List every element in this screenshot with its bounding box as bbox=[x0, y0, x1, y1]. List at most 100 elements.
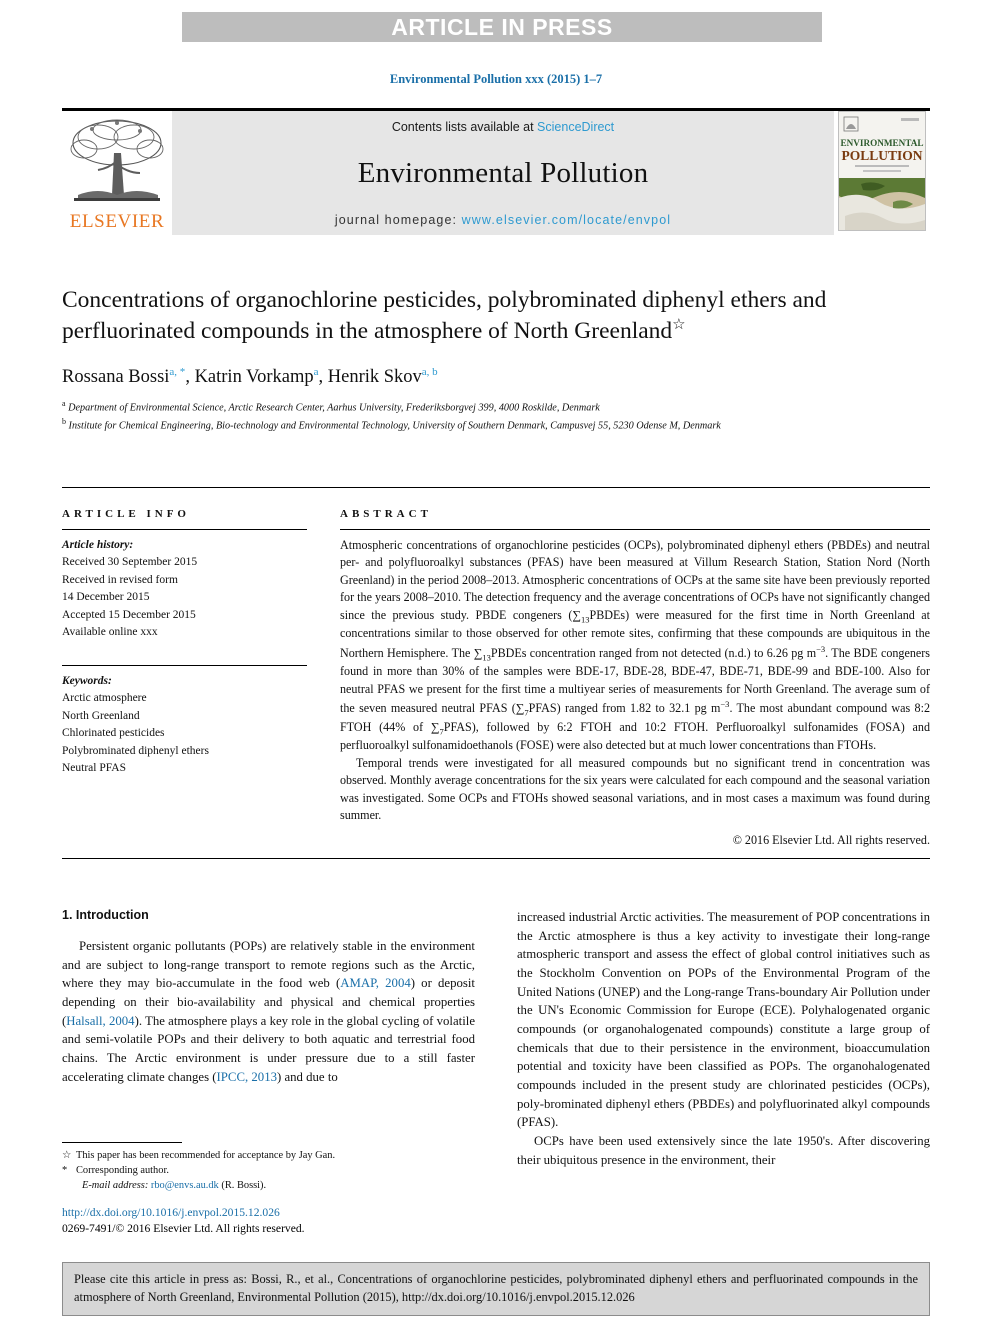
footnote-corresponding: * Corresponding author. bbox=[62, 1163, 475, 1178]
keyword-item: Polybrominated diphenyl ethers bbox=[62, 744, 209, 757]
history-item: 14 December 2015 bbox=[62, 591, 150, 604]
footnote-block: ☆ This paper has been recommended for acc… bbox=[62, 1142, 475, 1193]
sum-subscript: 13 bbox=[482, 652, 491, 663]
contents-list-line: Contents lists available at ScienceDirec… bbox=[392, 120, 614, 134]
affiliation-item: b Institute for Chemical Engineering, Bi… bbox=[62, 416, 930, 434]
affiliation-text: Institute for Chemical Engineering, Bio-… bbox=[68, 419, 721, 431]
email-link[interactable]: rbo@envs.au.dk bbox=[151, 1180, 219, 1191]
journal-running-head: Environmental Pollution xxx (2015) 1–7 bbox=[389, 72, 603, 86]
history-item: Received 30 September 2015 bbox=[62, 556, 198, 569]
abstract-body: Atmospheric concentrations of organochlo… bbox=[340, 537, 930, 849]
keywords-rule bbox=[62, 664, 307, 666]
elsevier-wordmark: ELSEVIER bbox=[69, 211, 165, 232]
elsevier-logo: ELSEVIER bbox=[62, 111, 172, 235]
author-name: Rossana Bossi bbox=[62, 366, 170, 387]
body-column-right: increased industrial Arctic activities. … bbox=[517, 908, 930, 1169]
abstract-heading: ABSTRACT bbox=[340, 508, 432, 520]
journal-homepage-link[interactable]: www.elsevier.com/locate/envpol bbox=[462, 213, 671, 227]
body-columns: 1. Introduction Persistent organic pollu… bbox=[62, 908, 930, 1169]
homepage-prefix: journal homepage: bbox=[334, 213, 462, 227]
masthead-center: Contents lists available at ScienceDirec… bbox=[172, 111, 834, 235]
citation-halsall-2004[interactable]: Halsall, 2004 bbox=[66, 1014, 134, 1028]
cite-this-article-text: Please cite this article in press as: Bo… bbox=[74, 1272, 918, 1304]
author-affiliation-marks: a, * bbox=[169, 365, 186, 378]
author-list: Rossana Bossia, *, Katrin Vorkampa, Henr… bbox=[62, 365, 438, 387]
article-in-press-label: ARTICLE IN PRESS bbox=[391, 13, 613, 40]
sum-symbol: ∑ bbox=[572, 607, 581, 622]
article-info-rule bbox=[62, 529, 307, 530]
abstract-top-rule bbox=[62, 487, 930, 488]
issn-copyright-line: 0269-7491/© 2016 Elsevier Ltd. All right… bbox=[62, 1222, 305, 1236]
footnote-star-text: This paper has been recommended for acce… bbox=[76, 1150, 336, 1161]
affiliation-mark: b bbox=[62, 416, 66, 426]
footnote-rule bbox=[62, 1142, 182, 1143]
footnote-email-line: E-mail address: rbo@envs.au.dk (R. Bossi… bbox=[62, 1178, 475, 1193]
email-label: E-mail address: bbox=[82, 1180, 149, 1192]
affiliation-item: a Department of Environmental Science, A… bbox=[62, 398, 930, 416]
citation-amap-2004[interactable]: AMAP, 2004 bbox=[340, 976, 411, 990]
keyword-item: Neutral PFAS bbox=[62, 762, 126, 775]
article-in-press-banner: ARTICLE IN PRESS bbox=[182, 12, 822, 42]
contents-prefix: Contents lists available at bbox=[391, 120, 538, 134]
abstract-bottom-rule bbox=[62, 858, 930, 859]
title-footnote-marker: ☆ bbox=[672, 317, 686, 334]
footnote-corr-marker: * bbox=[62, 1165, 68, 1177]
journal-cover-image: ENVIRONMENTAL POLLUTION bbox=[838, 111, 926, 231]
doi-block: http://dx.doi.org/10.1016/j.envpol.2015.… bbox=[62, 1205, 482, 1238]
affiliation-mark: a bbox=[62, 398, 66, 408]
sciencedirect-link[interactable]: ScienceDirect bbox=[537, 120, 614, 134]
svg-text:POLLUTION: POLLUTION bbox=[841, 148, 922, 163]
introduction-heading: 1. Introduction bbox=[62, 908, 149, 922]
keyword-item: Arctic atmosphere bbox=[62, 692, 147, 705]
keyword-item: Chlorinated pesticides bbox=[62, 727, 165, 740]
keywords-title: Keywords: bbox=[62, 674, 112, 687]
intro-paragraph-2: OCPs have been used extensively since th… bbox=[517, 1134, 930, 1167]
abstract-text-c: PBDEs concentration ranged from not dete… bbox=[490, 645, 817, 660]
article-info-heading: ARTICLE INFO bbox=[62, 508, 190, 520]
history-item: Received in revised form bbox=[62, 573, 178, 586]
title-block: Concentrations of organochlorine pestici… bbox=[62, 285, 930, 433]
introduction-left-text: Persistent organic pollutants (POPs) are… bbox=[62, 937, 475, 1086]
abstract-paragraph-2: Temporal trends were investigated for al… bbox=[340, 755, 930, 823]
article-history-title: Article history: bbox=[62, 539, 134, 551]
page-title: Concentrations of organochlorine pestici… bbox=[62, 285, 930, 348]
journal-cover-thumbnail: ENVIRONMENTAL POLLUTION bbox=[834, 111, 930, 235]
footnote-corr-text: Corresponding author. bbox=[76, 1165, 169, 1177]
doi-link[interactable]: http://dx.doi.org/10.1016/j.envpol.2015.… bbox=[62, 1205, 482, 1221]
keywords-block: Keywords: Arctic atmosphere North Greenl… bbox=[62, 664, 307, 778]
author-affiliation-marks: a bbox=[313, 365, 319, 378]
journal-masthead: ELSEVIER Contents lists available at Sci… bbox=[62, 108, 930, 235]
exponent: −3 bbox=[816, 643, 826, 654]
abstract-text-e: PFAS) ranged from 1.82 to 32.1 pg m bbox=[528, 701, 721, 716]
journal-homepage-line: journal homepage: www.elsevier.com/locat… bbox=[335, 213, 671, 227]
body-column-left: 1. Introduction Persistent organic pollu… bbox=[62, 908, 475, 1169]
footnote-star: ☆ This paper has been recommended for acc… bbox=[62, 1148, 475, 1163]
affiliation-list: a Department of Environmental Science, A… bbox=[62, 398, 930, 434]
author-name: Katrin Vorkamp bbox=[194, 366, 314, 387]
abstract-column: ABSTRACT Atmospheric concentrations of o… bbox=[340, 508, 930, 849]
journal-title: Environmental Pollution bbox=[357, 157, 649, 189]
article-title-text: Concentrations of organochlorine pestici… bbox=[62, 287, 827, 345]
citation-ipcc-2013[interactable]: IPCC, 2013 bbox=[217, 1070, 277, 1084]
author-name: Henrik Skov bbox=[327, 366, 422, 387]
email-owner: (R. Bossi). bbox=[221, 1180, 267, 1192]
footnote-star-marker: ☆ bbox=[62, 1150, 72, 1161]
intro-paragraph-1: Persistent organic pollutants (POPs) are… bbox=[62, 937, 475, 1086]
svg-text:ENVIRONMENTAL: ENVIRONMENTAL bbox=[840, 138, 923, 148]
intro-paragraph-1-cont: increased industrial Arctic activities. … bbox=[517, 910, 930, 1130]
affiliation-text: Department of Environmental Science, Arc… bbox=[68, 402, 600, 414]
article-first-page: ARTICLE IN PRESS Environmental Pollution… bbox=[0, 0, 992, 1323]
article-info-column: ARTICLE INFO Article history: Received 3… bbox=[62, 508, 307, 778]
intro-text-d: ) and due to bbox=[277, 1069, 338, 1084]
introduction-right-text: increased industrial Arctic activities. … bbox=[517, 908, 930, 1169]
keyword-item: North Greenland bbox=[62, 709, 140, 722]
history-item: Available online xxx bbox=[62, 626, 158, 639]
abstract-paragraph-1: Atmospheric concentrations of organochlo… bbox=[340, 537, 930, 755]
abstract-copyright: © 2016 Elsevier Ltd. All rights reserved… bbox=[732, 832, 930, 847]
abstract-rule bbox=[340, 529, 930, 530]
elsevier-tree-icon bbox=[68, 117, 166, 205]
cite-this-article-box: Please cite this article in press as: Bo… bbox=[62, 1262, 930, 1317]
article-history-block: Article history: Received 30 September 2… bbox=[62, 537, 307, 642]
history-item: Accepted 15 December 2015 bbox=[62, 608, 196, 621]
author-affiliation-marks: a, b bbox=[421, 365, 438, 378]
